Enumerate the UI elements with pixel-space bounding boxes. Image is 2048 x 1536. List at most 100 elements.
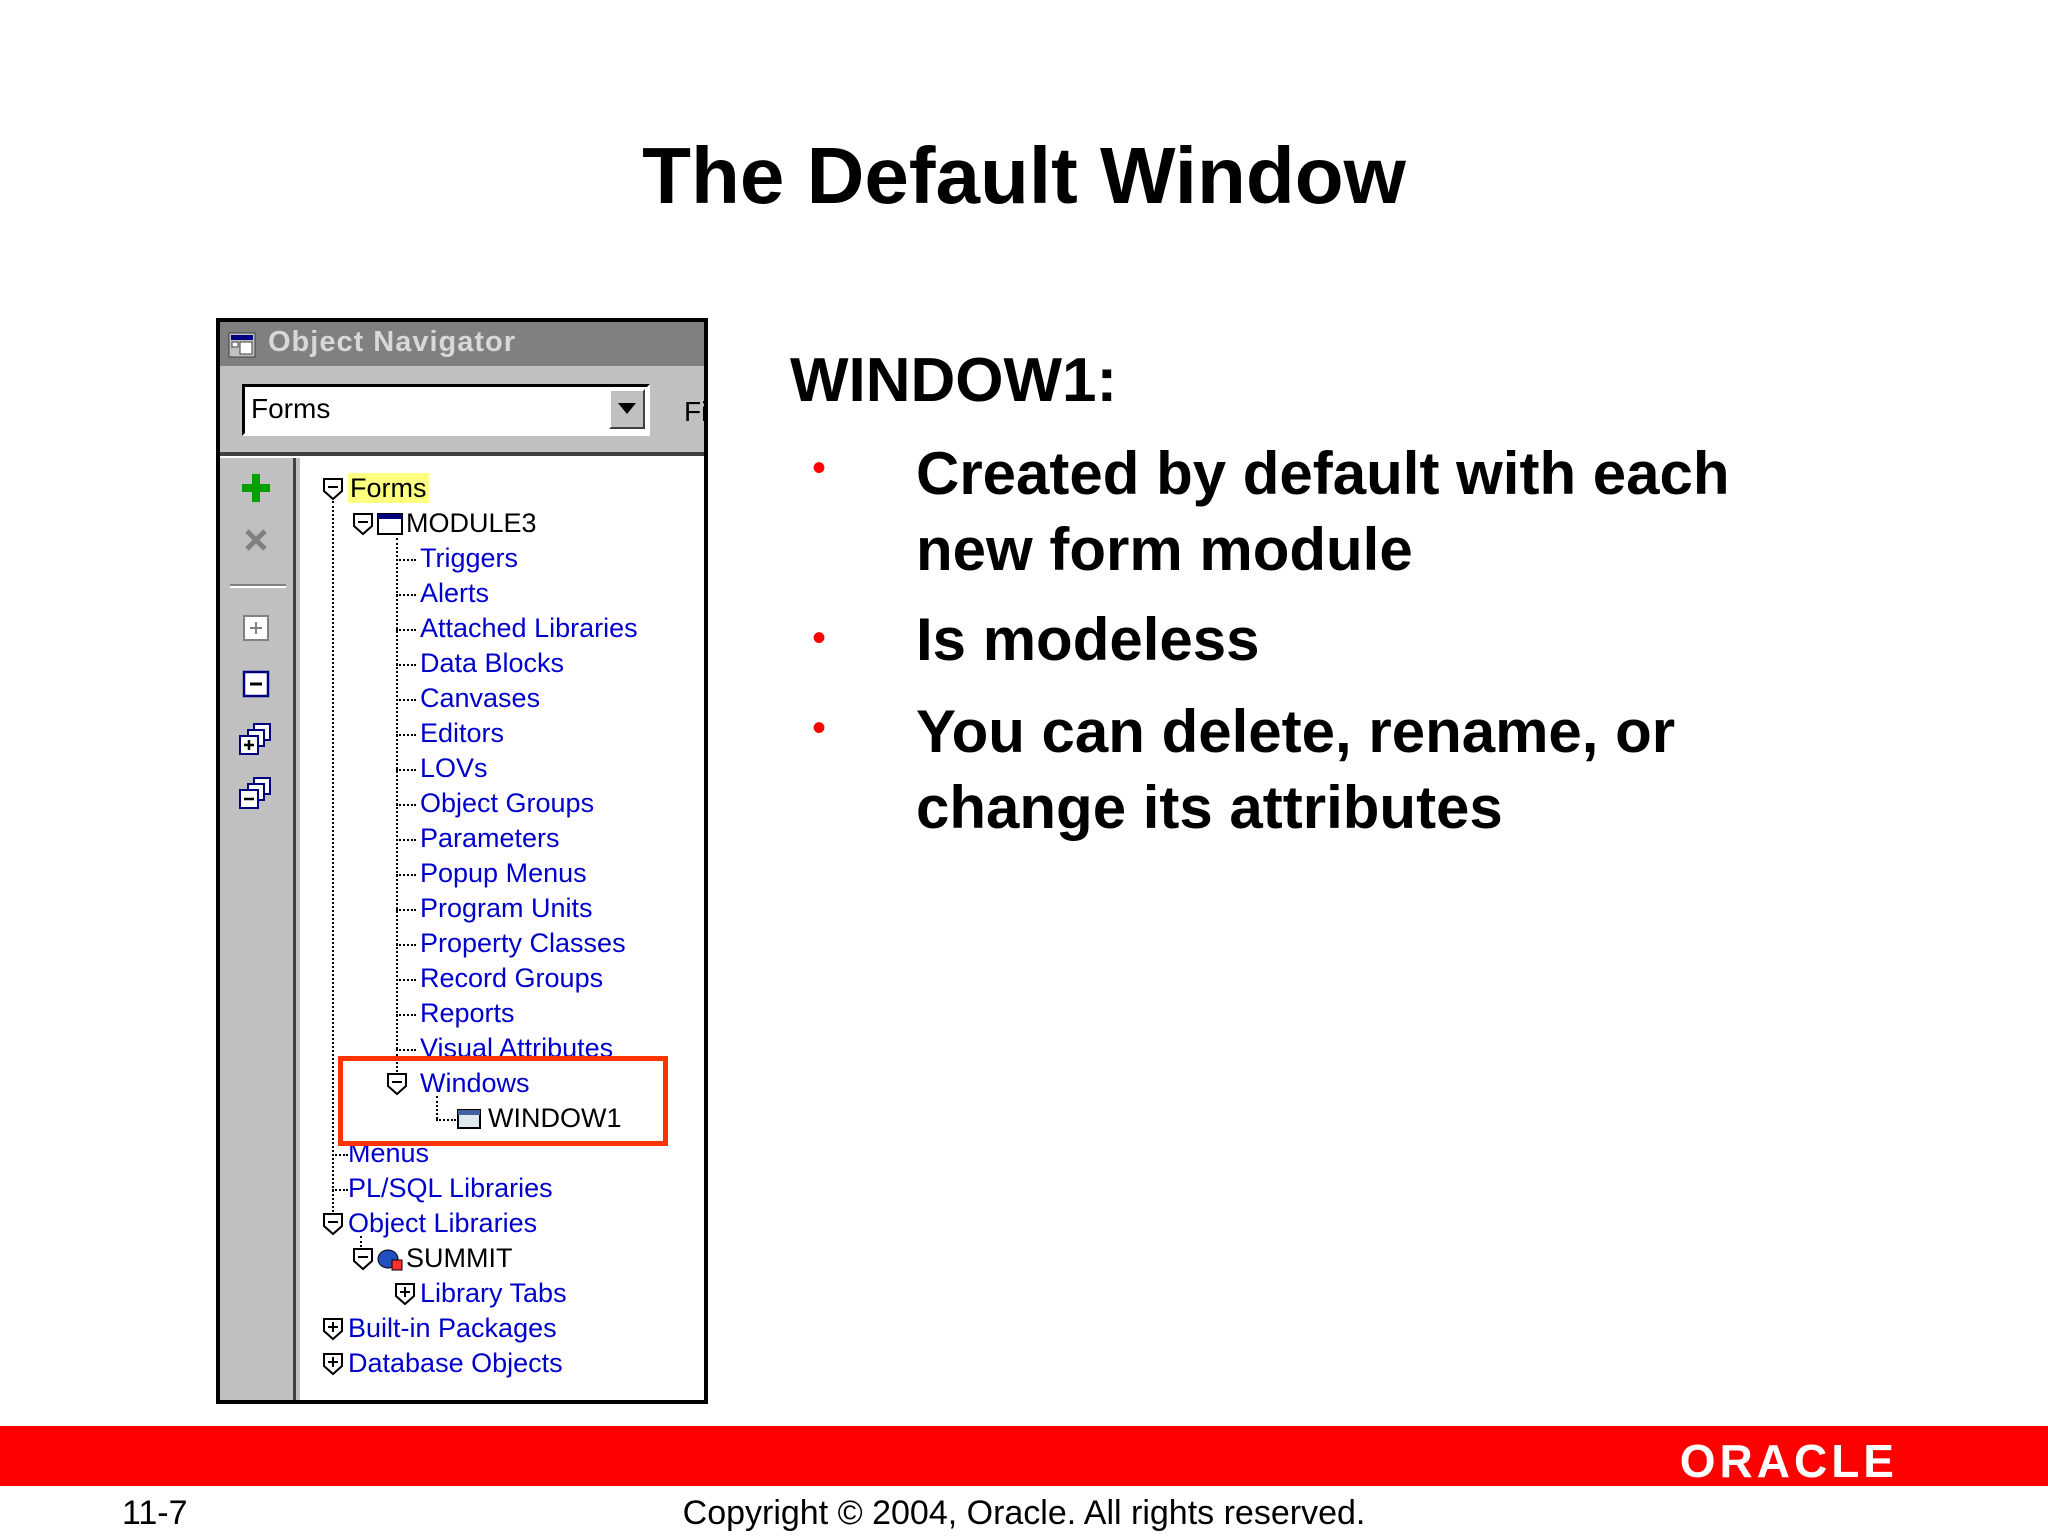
expand-node-icon[interactable] xyxy=(394,1282,416,1306)
tree-node-summit[interactable]: SUMMIT xyxy=(406,1242,512,1274)
tree-connector xyxy=(396,804,416,806)
expand-icon[interactable] xyxy=(236,608,276,648)
tree-node-item[interactable]: Canvases xyxy=(420,682,540,714)
bullet-line: Created by default with each xyxy=(916,440,1730,507)
collapse-icon[interactable] xyxy=(236,664,276,704)
module-type-select[interactable]: Forms xyxy=(242,384,650,436)
tree-node-item[interactable]: LOVs xyxy=(420,752,488,784)
tree-node-item[interactable]: Popup Menus xyxy=(420,857,587,889)
tree-connector xyxy=(396,629,416,631)
tree-node-item[interactable]: Data Blocks xyxy=(420,647,564,679)
expand-node-icon[interactable] xyxy=(322,1317,344,1341)
bullet-marker: • xyxy=(812,446,827,490)
slide-title: The Default Window xyxy=(642,131,1406,220)
dropdown-button[interactable] xyxy=(609,389,645,429)
tree-node-label: Object Libraries xyxy=(348,1208,538,1238)
bullet-is-modeless: Is modeless xyxy=(916,602,1936,678)
tree-node-label: LOVs xyxy=(420,753,488,783)
object-library-icon xyxy=(377,1249,403,1271)
tree-node-label: Attached Libraries xyxy=(420,613,638,643)
delete-icon[interactable] xyxy=(236,520,276,560)
tree-connector xyxy=(396,874,416,876)
tree-node-item[interactable]: Program Units xyxy=(420,892,593,924)
tree-node-item[interactable]: Parameters xyxy=(420,822,560,854)
tree-node-label: Popup Menus xyxy=(420,858,587,888)
bullet-line: You can delete, rename, or xyxy=(916,698,1676,765)
chevron-down-icon xyxy=(618,403,636,414)
tree-node-builtin-packages[interactable]: Built-in Packages xyxy=(348,1312,557,1344)
tree-node-item[interactable]: Reports xyxy=(420,997,515,1029)
bullet-marker: • xyxy=(812,706,827,750)
tree-node-label: Program Units xyxy=(420,893,593,923)
collapse-node-icon[interactable] xyxy=(322,1212,344,1236)
module-type-value: Forms xyxy=(251,393,331,424)
tree-node-label: Triggers xyxy=(420,543,519,573)
tree-connector xyxy=(396,664,416,666)
tree-connector xyxy=(332,1154,348,1156)
tree-node-label: Forms xyxy=(348,473,429,503)
collapse-node-icon[interactable] xyxy=(322,477,344,501)
tree-node-label: Library Tabs xyxy=(420,1278,567,1308)
tree-node-library-tabs[interactable]: Library Tabs xyxy=(420,1277,567,1309)
tree-node-item[interactable]: Attached Libraries xyxy=(420,612,638,644)
navigator-title: Object Navigator xyxy=(268,326,517,358)
tree-connector xyxy=(396,979,416,981)
tree-connector xyxy=(396,699,416,701)
bullet-marker: • xyxy=(812,616,827,660)
expand-all-icon[interactable] xyxy=(236,720,276,760)
tree-node-database-objects[interactable]: Database Objects xyxy=(348,1347,563,1379)
bullet-delete-rename: You can delete, rename, or change its at… xyxy=(916,694,1936,846)
tree-connector xyxy=(396,1014,416,1016)
tree-connector xyxy=(396,594,416,596)
tree-node-label: Property Classes xyxy=(420,928,626,958)
tree-connector xyxy=(396,909,416,911)
tree-connector xyxy=(360,1236,362,1247)
tree-node-module3[interactable]: MODULE3 xyxy=(406,507,537,539)
tree-node-label: Built-in Packages xyxy=(348,1313,557,1343)
navigator-titlebar[interactable]: Object Navigator xyxy=(220,322,704,366)
object-tree: Forms MODULE3 Triggers Alerts Attached Libra… xyxy=(300,458,704,1400)
tree-connector xyxy=(396,944,416,946)
tree-node-label: SUMMIT xyxy=(406,1243,513,1273)
tree-connector xyxy=(396,769,416,771)
tree-node-label: Data Blocks xyxy=(420,648,565,678)
tree-connector xyxy=(396,734,416,736)
toolbar-separator xyxy=(230,584,286,588)
tree-node-label: Canvases xyxy=(420,683,541,713)
content-heading: WINDOW1: xyxy=(790,346,1118,415)
tree-node-item[interactable]: Object Groups xyxy=(420,787,594,819)
bullet-created-by-default: Created by default with each new form mo… xyxy=(916,436,1936,588)
navigator-toolbar xyxy=(220,458,296,1400)
tree-node-item[interactable]: Alerts xyxy=(420,577,489,609)
collapse-all-icon[interactable] xyxy=(236,774,276,814)
tree-connector xyxy=(396,839,416,841)
tree-connector xyxy=(332,501,334,1224)
tree-node-plsql-libraries[interactable]: PL/SQL Libraries xyxy=(348,1172,553,1204)
tree-node-item[interactable]: Property Classes xyxy=(420,927,626,959)
tree-node-label: MODULE3 xyxy=(406,508,537,538)
create-icon[interactable] xyxy=(236,468,276,508)
bullet-line: change its attributes xyxy=(916,774,1503,841)
bullet-line: Is modeless xyxy=(916,606,1260,673)
collapse-node-icon[interactable] xyxy=(352,512,374,536)
collapse-node-icon[interactable] xyxy=(352,1247,374,1271)
tree-node-object-libraries[interactable]: Object Libraries xyxy=(348,1207,537,1239)
tree-node-item[interactable]: Triggers xyxy=(420,542,518,574)
tree-node-label: Alerts xyxy=(420,578,490,608)
bullet-line: new form module xyxy=(916,516,1413,583)
tree-node-label: Object Groups xyxy=(420,788,595,818)
tree-connector xyxy=(396,559,416,561)
tree-node-label: Editors xyxy=(420,718,505,748)
tree-node-item[interactable]: Record Groups xyxy=(420,962,603,994)
form-module-icon xyxy=(377,513,403,535)
tree-node-label: Database Objects xyxy=(348,1348,563,1378)
object-navigator-window: Object Navigator Forms Fi Forms MODULE3 … xyxy=(216,318,708,1404)
navigator-app-icon xyxy=(228,332,256,358)
tree-node-label: Record Groups xyxy=(420,963,604,993)
expand-node-icon[interactable] xyxy=(322,1352,344,1376)
tree-connector xyxy=(332,1189,348,1191)
find-field-label: Fi xyxy=(684,396,708,427)
tree-node-item[interactable]: Editors xyxy=(420,717,504,749)
tree-node-forms[interactable]: Forms xyxy=(348,472,429,504)
tree-node-label: Reports xyxy=(420,998,515,1028)
